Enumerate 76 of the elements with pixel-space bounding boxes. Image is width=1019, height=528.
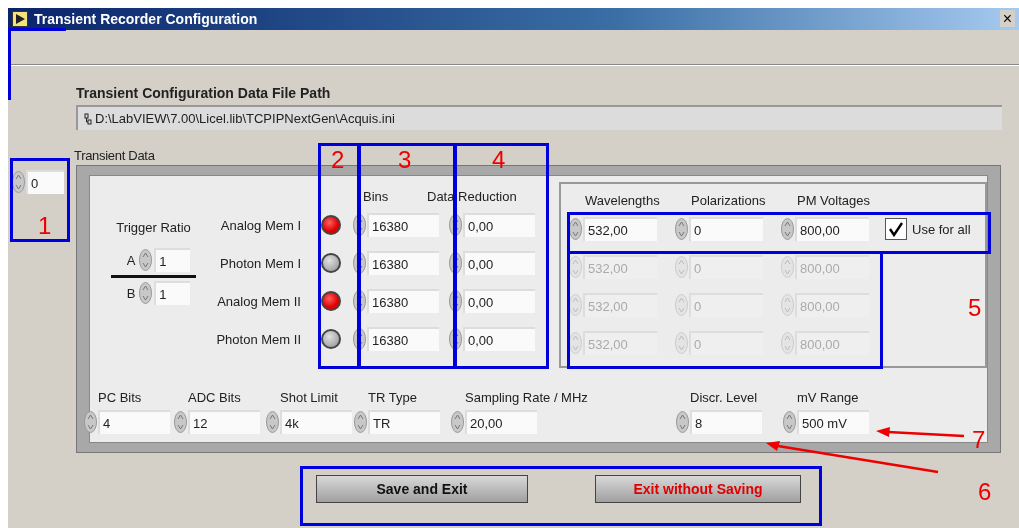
setting-label: Shot Limit [279, 390, 339, 405]
polarization-field[interactable]: 0 [689, 217, 763, 241]
spinner-arrows[interactable] [569, 294, 582, 316]
setting-field[interactable]: 4k [280, 410, 352, 434]
setting-label: TR Type [367, 390, 418, 405]
setting-label: mV Range [796, 390, 860, 405]
annotation-number: 5 [968, 296, 982, 320]
checkbox[interactable] [885, 218, 907, 240]
setting-label: Sampling Rate / MHz [464, 390, 589, 405]
spinner-arrows[interactable] [449, 328, 462, 350]
column-header: Wavelengths [584, 193, 660, 210]
data-reduction-field[interactable]: 0,00 [463, 213, 535, 237]
data-reduction-field[interactable]: 0,00 [463, 289, 535, 313]
annotation-frame [8, 28, 66, 100]
annotation-number: 2 [331, 148, 345, 172]
wavelength-field[interactable]: 532,00 [583, 217, 657, 241]
memory-label: Photon Mem II [215, 331, 302, 347]
save-button[interactable]: Save and Exit [316, 475, 528, 503]
spinner-arrows[interactable] [353, 252, 366, 274]
play-icon [12, 11, 28, 27]
status-led[interactable] [321, 291, 341, 311]
spinner-arrows[interactable] [353, 214, 366, 236]
setting-field[interactable]: 500 mV [797, 410, 869, 434]
checkbox-label: Use for all [912, 221, 971, 237]
annotation-number: 4 [492, 148, 506, 172]
setting-field[interactable]: TR [368, 410, 440, 434]
setting-label: Discr. Level [689, 390, 759, 405]
numerator-field[interactable]: 1 [154, 248, 191, 272]
bins-field[interactable]: 16380 [367, 289, 439, 313]
column-header: PM Voltages [796, 193, 870, 210]
section-label: Transient Data [74, 148, 155, 163]
data-reduction-field[interactable]: 0,00 [463, 327, 535, 351]
annotation-number: 3 [398, 148, 412, 172]
file-path-label: Transient Configuration Data File Path [76, 85, 332, 101]
denominator-field[interactable]: 1 [154, 281, 191, 305]
setting-label: PC Bits [97, 390, 143, 405]
bins-field[interactable]: 16380 [367, 213, 439, 237]
denominator-label: B [126, 285, 136, 301]
file-path-field[interactable]: D:\LabVIEW\7.00\Licel.lib\TCPIPNextGen\Acquis.ini [76, 105, 1002, 130]
memory-label: Analog Mem II [216, 293, 302, 309]
setting-label: ADC Bits [187, 390, 242, 405]
trigger-ratio-label: Trigger Ratio [116, 220, 191, 235]
spinner-arrows[interactable] [353, 328, 366, 350]
spinner-arrows[interactable] [353, 290, 366, 312]
status-led[interactable] [321, 215, 341, 235]
spinner-arrows[interactable] [569, 218, 582, 240]
setting-field[interactable]: 8 [690, 410, 762, 434]
setting-field[interactable]: 4 [98, 410, 170, 434]
annotation-number: 1 [38, 214, 52, 238]
numerator-label: A [126, 252, 136, 268]
setting-field[interactable]: 20,00 [465, 410, 537, 434]
spinner-arrows[interactable] [449, 214, 462, 236]
path-icon [84, 112, 92, 125]
spinner-arrows[interactable] [569, 256, 582, 278]
memory-label: Analog Mem I [219, 217, 302, 233]
annotation-number: 7 [972, 428, 986, 452]
close-button[interactable]: × [999, 10, 1015, 27]
data-reduction-field[interactable]: 0,00 [463, 251, 535, 275]
spinner-arrows[interactable] [449, 252, 462, 274]
index-field[interactable]: 0 [26, 170, 64, 194]
window-title: Transient Recorder Configuration [34, 11, 258, 27]
status-led[interactable] [321, 329, 341, 349]
memory-label: Photon Mem I [219, 255, 302, 271]
annotation-number: 6 [978, 480, 992, 504]
check-icon [888, 221, 904, 237]
bins-field[interactable]: 16380 [367, 327, 439, 351]
bins-field[interactable]: 16380 [367, 251, 439, 275]
setting-field[interactable]: 12 [188, 410, 260, 434]
spinner-arrows[interactable] [449, 290, 462, 312]
pm-voltage-field[interactable]: 800,00 [795, 217, 869, 241]
column-header: Bins [363, 189, 389, 206]
column-header: Data Reduction [427, 189, 517, 206]
spinner-arrows[interactable] [12, 171, 25, 193]
status-led[interactable] [321, 253, 341, 273]
column-header: Polarizations [690, 193, 766, 210]
spinner-arrows[interactable] [569, 332, 582, 354]
